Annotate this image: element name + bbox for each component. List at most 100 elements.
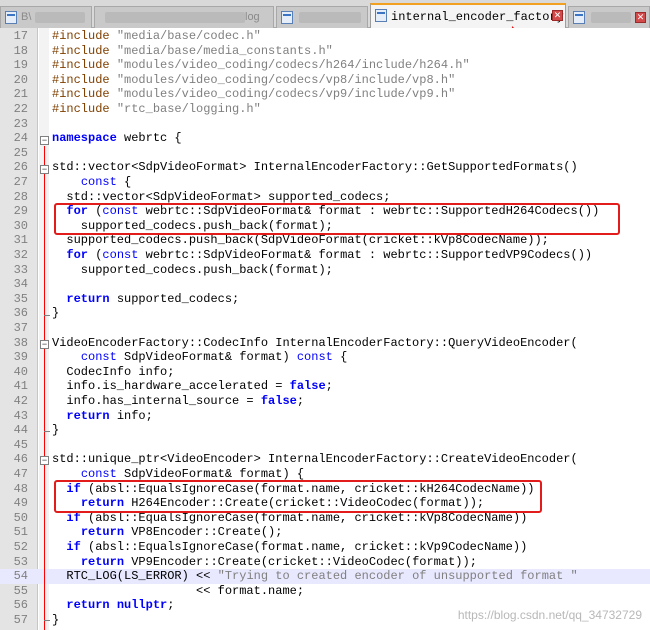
code-line[interactable]: 26 std::vector<SdpVideoFormat> InternalEn…	[0, 160, 650, 175]
code-line[interactable]: 25	[0, 146, 650, 161]
tab-1-label: B\	[21, 11, 32, 23]
code-line[interactable]: 48 if (absl::EqualsIgnoreCase(format.nam…	[0, 482, 650, 497]
code-line[interactable]: 27 const {	[0, 175, 650, 190]
fold-end	[44, 620, 50, 621]
line-code: #include "modules/video_coding/codecs/h2…	[52, 58, 470, 73]
line-number: 47	[13, 467, 28, 481]
line-number: 20	[13, 72, 28, 87]
code-line[interactable]: 21 #include "modules/video_coding/codecs/…	[0, 87, 650, 102]
code-token: std::unique_ptr<VideoEncoder> InternalEn…	[52, 452, 578, 467]
line-number: 48	[13, 481, 28, 496]
tab-2[interactable]: log	[94, 6, 274, 28]
line-code: return nullptr;	[52, 598, 174, 613]
code-token: supported_codecs.push_back(SdpVideoForma…	[52, 233, 549, 248]
code-line[interactable]: 39 const SdpVideoFormat& format) const {	[0, 350, 650, 365]
code-token: #include	[52, 43, 117, 58]
line-code: supported_codecs.push_back(format);	[52, 263, 333, 278]
line-number: 26	[13, 160, 28, 175]
code-line[interactable]: 55 << format.name;	[0, 584, 650, 599]
code-token: (absl::EqualsIgnoreCase(format.name, cri…	[80, 510, 528, 525]
code-line[interactable]: 45	[0, 438, 650, 453]
code-line[interactable]: 52 if (absl::EqualsIgnoreCase(format.nam…	[0, 540, 650, 555]
line-code: return info;	[52, 408, 153, 424]
code-editor[interactable]: 17 #include "media/base/codec.h" 18 #includ…	[0, 28, 650, 630]
line-number: 17	[13, 29, 28, 43]
code-line[interactable]: 41 info.is_hardware_accelerated = false;	[0, 379, 650, 394]
code-line[interactable]: 42 info.has_internal_source = false;	[0, 394, 650, 409]
code-token: false	[260, 394, 297, 408]
line-code: if (absl::EqualsIgnoreCase(format.name, …	[52, 482, 534, 497]
code-token: "modules/video_coding/codecs/vp8/include…	[116, 72, 456, 87]
code-line[interactable]: 46 std::unique_ptr<VideoEncoder> Internal…	[0, 452, 650, 467]
fold-toggle-queryvideoencoder[interactable]: −	[40, 340, 49, 349]
line-number: 40	[13, 364, 28, 379]
code-token: info;	[109, 408, 153, 423]
code-line[interactable]: 50 if (absl::EqualsIgnoreCase(format.nam…	[0, 511, 650, 526]
code-token: "media/base/media_constants.h"	[116, 43, 333, 58]
line-code: std::vector<SdpVideoFormat> InternalEnco…	[52, 160, 578, 175]
code-line[interactable]: 23	[0, 117, 650, 132]
code-line[interactable]: 35 return supported_codecs;	[0, 292, 650, 307]
line-number: 44	[13, 423, 28, 438]
code-line[interactable]: 34	[0, 277, 650, 292]
code-line[interactable]: 38 VideoEncoderFactory::CodecInfo Interna…	[0, 336, 650, 351]
code-line[interactable]: 20 #include "modules/video_coding/codecs/…	[0, 73, 650, 88]
fold-toggle-createvideoencoder[interactable]: −	[40, 456, 49, 465]
code-token: const	[80, 175, 117, 189]
line-number: 53	[13, 554, 28, 569]
file-icon	[375, 9, 387, 22]
code-line[interactable]: 54 RTC_LOG(LS_ERROR) << "Trying to creat…	[0, 569, 650, 584]
fold-toggle-getsupportedformats[interactable]: −	[40, 165, 49, 174]
line-code: #include "modules/video_coding/codecs/vp…	[52, 87, 455, 102]
code-line[interactable]: 31 supported_codecs.push_back(SdpVideoFo…	[0, 233, 650, 248]
close-tab-icon[interactable]: ✕	[552, 10, 563, 21]
code-line[interactable]: 47 const SdpVideoFormat& format) {	[0, 467, 650, 482]
code-token: return	[66, 408, 110, 423]
tab-3[interactable]	[276, 6, 368, 28]
code-line[interactable]: 36}	[0, 306, 650, 321]
line-code: #include "media/base/codec.h"	[52, 29, 261, 44]
file-icon	[5, 11, 17, 24]
code-token: supported_codecs.push_back(format);	[52, 218, 333, 233]
tab-2-label: log	[245, 11, 260, 23]
code-line[interactable]: 49 return H264Encoder::Create(cricket::V…	[0, 496, 650, 511]
code-line[interactable]: 43 return info;	[0, 409, 650, 424]
code-line[interactable]: 19 #include "modules/video_coding/codecs/…	[0, 58, 650, 73]
code-token: return	[80, 554, 125, 569]
code-line[interactable]: 17 #include "media/base/codec.h"	[0, 29, 650, 44]
code-line[interactable]: 32 for (const webrtc::SdpVideoFormat& fo…	[0, 248, 650, 263]
code-line[interactable]: 28 std::vector<SdpVideoFormat> supported…	[0, 190, 650, 205]
tab-1[interactable]: B\	[0, 6, 92, 28]
code-line[interactable]: 40 CodecInfo info;	[0, 365, 650, 380]
code-token: << format.name;	[52, 583, 305, 598]
fold-toggle-namespace[interactable]: −	[40, 136, 49, 145]
code-line[interactable]: 22 #include "rtc_base/logging.h"	[0, 102, 650, 117]
tab-5[interactable]: ✕	[568, 6, 650, 28]
code-line[interactable]: 29 for (const webrtc::SdpVideoFormat& fo…	[0, 204, 650, 219]
tab-bar: B\ log internal_encoder_factory.cc ✕ ✕	[0, 0, 650, 28]
code-token: std::vector<SdpVideoFormat> supported_co…	[52, 189, 391, 204]
code-line[interactable]: 37	[0, 321, 650, 336]
code-line[interactable]: 33 supported_codecs.push_back(format);	[0, 263, 650, 278]
code-token: return	[80, 496, 125, 511]
tab-internal-encoder-factory[interactable]: internal_encoder_factory.cc ✕	[370, 3, 566, 28]
code-line[interactable]: 51 return VP8Encoder::Create();	[0, 525, 650, 540]
line-number: 21	[13, 87, 28, 102]
code-line[interactable]: 44}	[0, 423, 650, 438]
code-token: info.has_internal_source =	[52, 394, 261, 408]
line-number: 46	[13, 452, 28, 467]
code-line[interactable]: 24 namespace webrtc {	[0, 131, 650, 146]
blurred-text	[299, 12, 361, 23]
code-line[interactable]: 18 #include "media/base/media_constants.h…	[0, 44, 650, 59]
close-tab-icon[interactable]: ✕	[635, 12, 646, 23]
line-code: }	[52, 306, 59, 321]
code-line[interactable]: 53 return VP9Encoder::Create(cricket::Vi…	[0, 555, 650, 570]
code-line[interactable]: 30 supported_codecs.push_back(format);	[0, 219, 650, 234]
